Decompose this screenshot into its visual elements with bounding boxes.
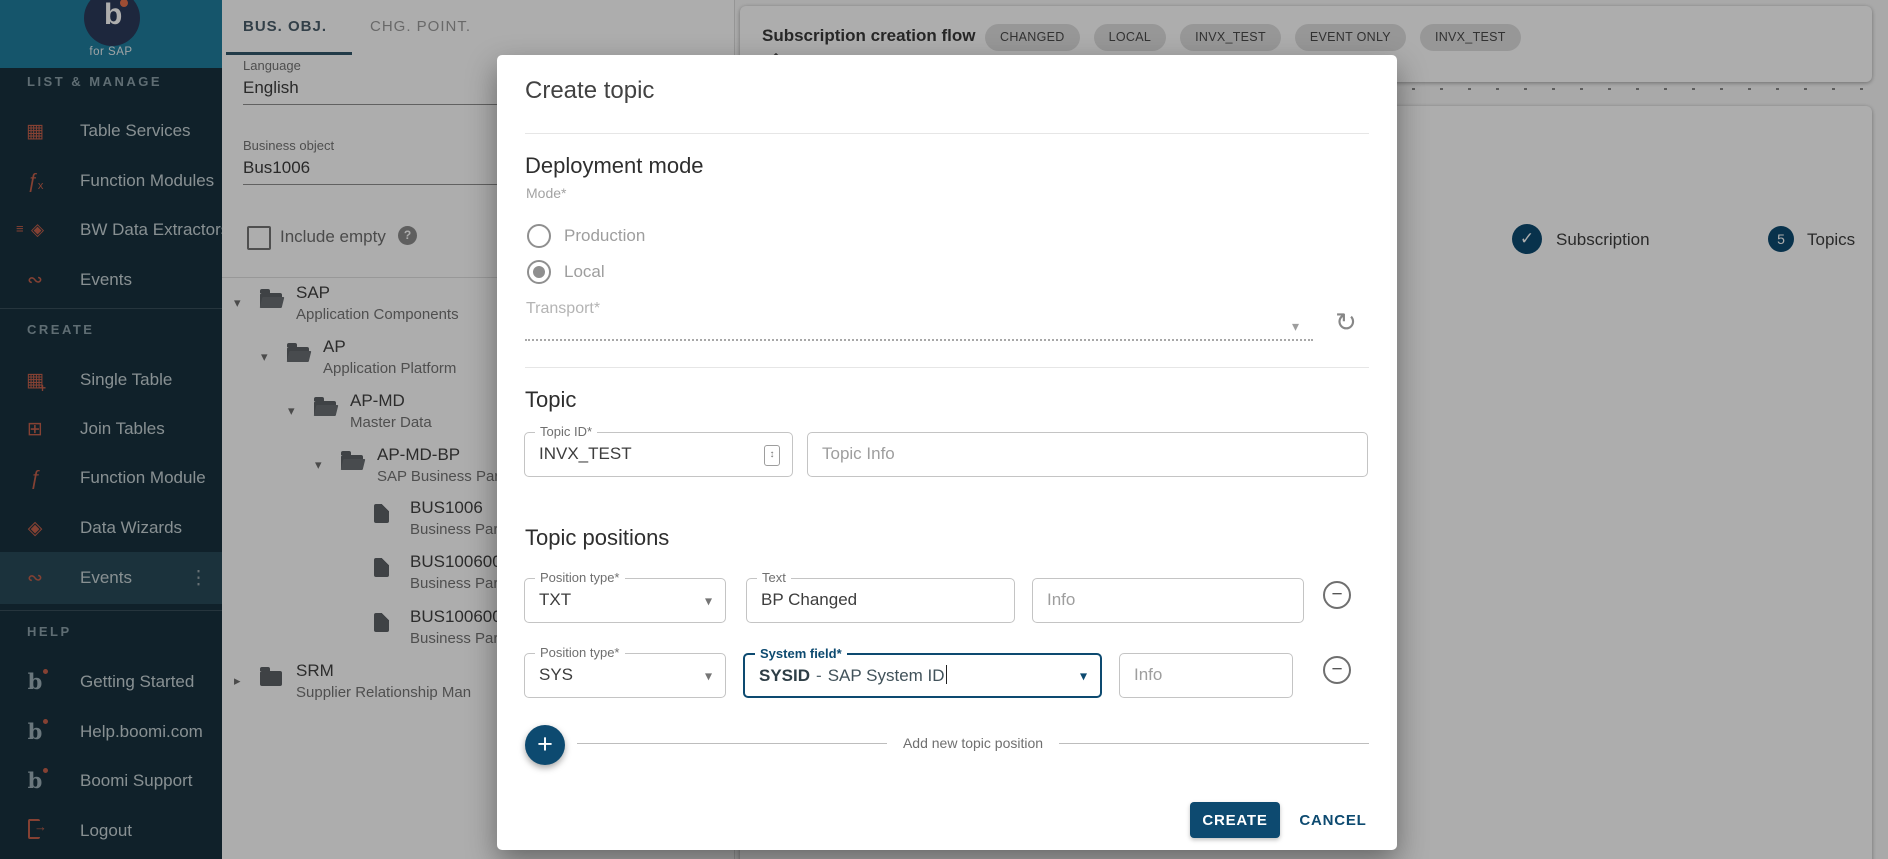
add-position-button[interactable]: + — [525, 725, 565, 765]
input-assist-icon: ↕ — [764, 445, 780, 466]
system-field-select[interactable]: System field* SYSID-SAP System ID ▾ — [743, 653, 1102, 698]
divider — [525, 367, 1369, 368]
position-text-field[interactable]: Text BP Changed — [746, 578, 1015, 623]
create-button[interactable]: CREATE — [1190, 802, 1280, 838]
position-type-select[interactable]: Position type* TXT ▾ — [524, 578, 726, 623]
create-topic-dialog: Create topic Deployment mode Mode* Produ… — [497, 55, 1397, 850]
chevron-down-icon: ▾ — [705, 667, 712, 684]
radio-selected-icon — [527, 260, 551, 284]
chevron-down-icon: ▾ — [1080, 667, 1087, 684]
refresh-icon[interactable]: ↻ — [1335, 307, 1357, 338]
cancel-button[interactable]: CANCEL — [1290, 802, 1376, 838]
topic-info-field[interactable]: Topic Info — [807, 432, 1368, 477]
topic-id-field[interactable]: Topic ID* INVX_TEST ↕ — [524, 432, 793, 477]
remove-position-button[interactable]: − — [1323, 581, 1351, 609]
topic-positions-heading: Topic positions — [525, 525, 669, 551]
radio-icon — [527, 224, 551, 248]
add-position-label: Add new topic position — [887, 735, 1059, 751]
position-info-field[interactable]: Info — [1032, 578, 1304, 623]
deployment-mode-heading: Deployment mode — [525, 153, 704, 179]
position-type-select[interactable]: Position type* SYS ▾ — [524, 653, 726, 698]
divider — [525, 133, 1369, 134]
text-cursor — [946, 665, 948, 684]
app-window: b for SAP LIST & MANAGE▦Table Servicesƒx… — [0, 0, 1888, 859]
add-position-row: Add new topic position — [577, 735, 1369, 751]
chevron-down-icon: ▾ — [1292, 318, 1299, 335]
divider — [577, 743, 887, 744]
divider — [1059, 743, 1369, 744]
dialog-title: Create topic — [525, 77, 654, 105]
radio-production[interactable]: Production — [527, 224, 645, 248]
position-info-field[interactable]: Info — [1119, 653, 1293, 698]
transport-select-label: Transport* — [526, 300, 600, 318]
mode-label: Mode* — [526, 185, 566, 201]
chevron-down-icon: ▾ — [705, 592, 712, 609]
topic-heading: Topic — [525, 387, 576, 413]
remove-position-button[interactable]: − — [1323, 656, 1351, 684]
transport-select[interactable] — [525, 339, 1313, 341]
radio-local[interactable]: Local — [527, 260, 605, 284]
